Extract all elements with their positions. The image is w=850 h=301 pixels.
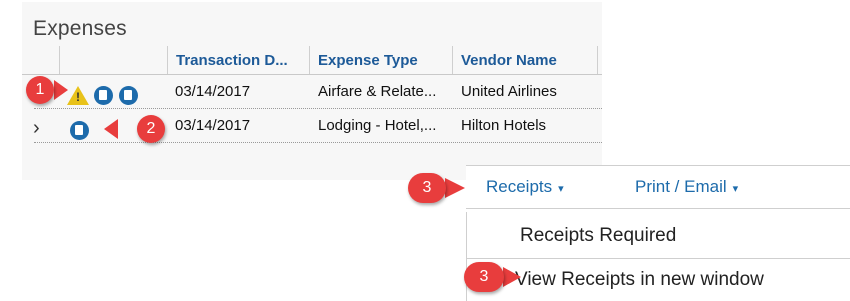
badge-1-pointer bbox=[54, 80, 68, 100]
column-header-blank-1 bbox=[59, 46, 167, 74]
transaction-date: 03/14/2017 bbox=[175, 117, 251, 134]
vendor-name: United Airlines bbox=[461, 83, 557, 100]
expense-row[interactable]: 03/14/2017 Lodging - Hotel,... Hilton Ho… bbox=[34, 109, 602, 143]
menu-item-receipts-required[interactable]: Receipts Required bbox=[467, 215, 850, 257]
expense-type: Airfare & Relate... bbox=[318, 83, 437, 100]
receipts-menu-button[interactable]: Receipts ▾ bbox=[486, 166, 564, 208]
column-header-expense-type[interactable]: Expense Type bbox=[309, 46, 452, 74]
annotation-badge-3b: 3 bbox=[464, 262, 504, 292]
expense-type: Lodging - Hotel,... bbox=[318, 117, 437, 134]
vendor-name: Hilton Hotels bbox=[461, 117, 547, 134]
badge-3a-pointer bbox=[445, 178, 465, 198]
print-email-menu-label: Print / Email bbox=[635, 177, 727, 196]
warning-exclamation-icon: ! bbox=[76, 90, 80, 104]
receipts-dropdown: Receipts Required View Receipts in new w… bbox=[466, 212, 850, 301]
column-header-transaction-date[interactable]: Transaction D... bbox=[167, 46, 309, 74]
annotation-badge-1: 1 bbox=[26, 76, 54, 104]
annotation-badge-3a: 3 bbox=[408, 173, 446, 203]
column-header-vendor-name[interactable]: Vendor Name bbox=[452, 46, 598, 74]
transaction-date: 03/14/2017 bbox=[175, 83, 251, 100]
print-email-menu-button[interactable]: Print / Email ▾ bbox=[635, 166, 738, 208]
annotation-badge-2: 2 bbox=[137, 115, 165, 143]
badge-2-pointer bbox=[104, 119, 118, 139]
badge-3b-pointer bbox=[503, 267, 521, 287]
report-menu-bar: Receipts ▾ Print / Email ▾ bbox=[466, 165, 850, 209]
receipt-required-icon[interactable] bbox=[119, 86, 138, 105]
chevron-right-icon[interactable]: › bbox=[33, 118, 40, 138]
receipt-icon[interactable] bbox=[94, 86, 113, 105]
expenses-table-header: Transaction D... Expense Type Vendor Nam… bbox=[22, 46, 602, 75]
expenses-title: Expenses bbox=[33, 17, 127, 40]
chevron-down-icon: ▾ bbox=[558, 183, 564, 195]
menu-item-view-receipts-new-window[interactable]: View Receipts in new window bbox=[467, 259, 850, 301]
receipts-menu-label: Receipts bbox=[486, 177, 553, 196]
receipt-icon[interactable] bbox=[70, 121, 89, 140]
chevron-down-icon: ▾ bbox=[732, 183, 739, 195]
